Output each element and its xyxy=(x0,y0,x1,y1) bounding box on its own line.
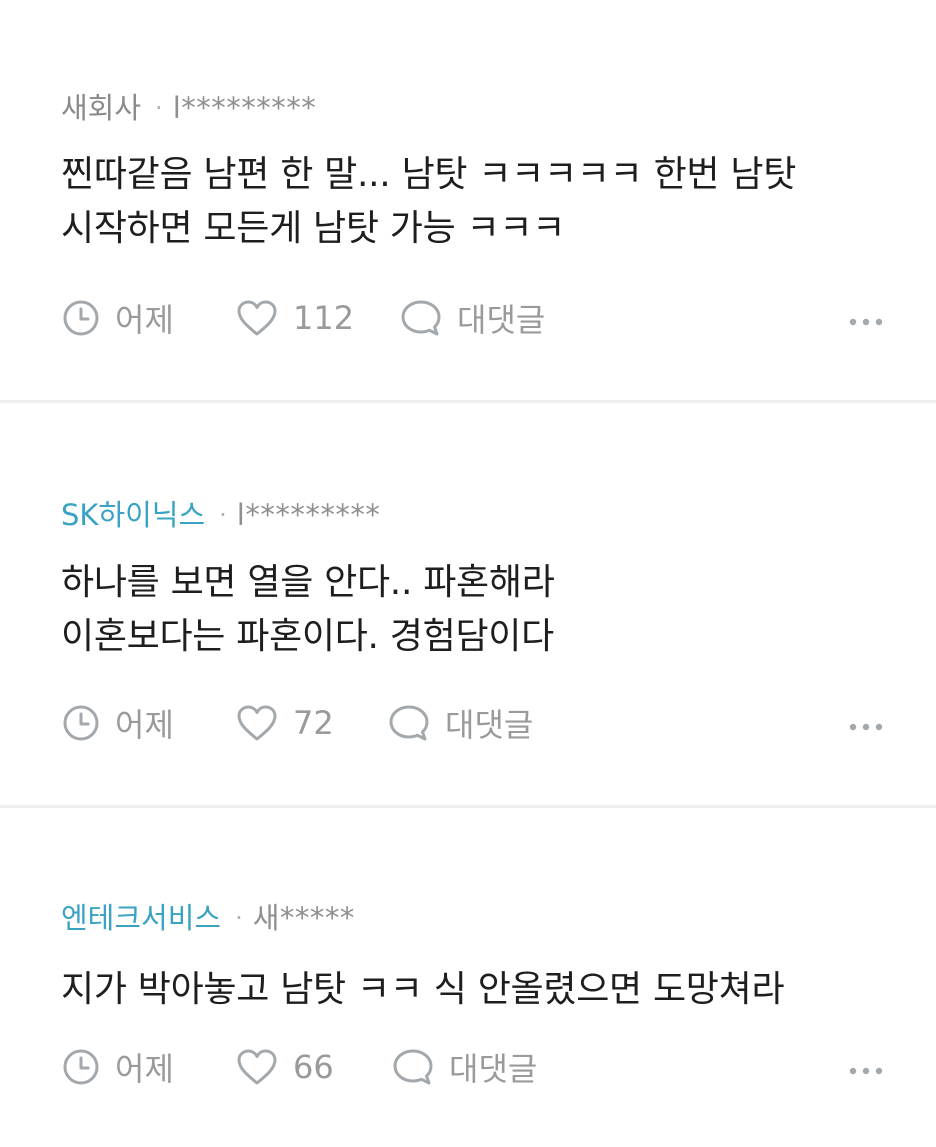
heart-icon xyxy=(237,1049,277,1085)
time-label: 어제 xyxy=(115,1050,174,1088)
like-button[interactable]: 72 xyxy=(235,703,334,743)
comment-body: 지가 박아놓고 남탓 ㅋㅋ 식 안올렸으면 도망쳐라 xyxy=(61,963,876,1017)
speech-bubble-icon xyxy=(389,705,429,741)
comment-body: 하나를 보면 열을 안다.. 파혼해라 이혼보다는 파혼이다. 경험담이다 xyxy=(61,556,876,664)
clock-icon xyxy=(63,300,99,336)
time-info: 어제 xyxy=(61,1047,174,1088)
reply-button[interactable]: 대댓글 xyxy=(399,298,546,339)
more-dots-icon xyxy=(849,318,883,326)
reply-label: 대댓글 xyxy=(445,706,534,744)
comment-meta: 엔테크서비스 · 새***** xyxy=(61,900,355,938)
author-name: l********* xyxy=(172,91,317,125)
comment-meta: SK하이닉스 · l********* xyxy=(61,497,380,535)
author-name: 새***** xyxy=(252,901,355,935)
more-dots-icon xyxy=(849,723,883,731)
meta-separator: · xyxy=(235,904,243,932)
more-options-button[interactable] xyxy=(848,310,884,330)
like-count: 72 xyxy=(293,704,334,742)
time-label: 어제 xyxy=(115,301,174,339)
company-name: 새회사 xyxy=(61,91,142,125)
comment-item: SK하이닉스 · l********* 하나를 보면 열을 안다.. 파혼해라 이혼… xyxy=(0,403,936,805)
more-options-button[interactable] xyxy=(848,715,884,735)
comment-item: 새회사 · l********* 찐따같음 남편 한 말... 남탓 ㅋㅋㅋㅋㅋ 한… xyxy=(0,0,936,400)
like-button[interactable]: 66 xyxy=(235,1047,334,1087)
speech-bubble-icon xyxy=(393,1049,433,1085)
more-dots-icon xyxy=(849,1067,883,1075)
comment-actions: 어제 72 대댓글 xyxy=(61,703,884,744)
time-label: 어제 xyxy=(115,706,174,744)
comment-line: 시작하면 모든게 남탓 가능 ㅋㅋㅋ xyxy=(61,208,566,249)
clock-icon xyxy=(63,705,99,741)
comment-actions: 어제 66 대댓글 xyxy=(61,1047,884,1088)
comment-line: 찐따같음 남편 한 말... 남탓 ㅋㅋㅋㅋㅋ 한번 남탓 xyxy=(61,154,797,195)
reply-label: 대댓글 xyxy=(449,1050,538,1088)
comment-line: 이혼보다는 파혼이다. 경험담이다 xyxy=(61,616,554,657)
comment-actions: 어제 112 대댓글 xyxy=(61,298,884,339)
clock-icon xyxy=(63,1049,99,1085)
like-button[interactable]: 112 xyxy=(235,298,354,338)
comment-line: 하나를 보면 열을 안다.. 파혼해라 xyxy=(61,562,555,603)
reply-button[interactable]: 대댓글 xyxy=(391,1047,538,1088)
heart-icon xyxy=(237,705,277,741)
time-info: 어제 xyxy=(61,298,174,339)
speech-bubble-icon xyxy=(401,300,441,336)
heart-icon xyxy=(237,300,277,336)
like-count: 112 xyxy=(293,299,355,337)
author-name: l********* xyxy=(236,498,381,532)
comment-line: 지가 박아놓고 남탓 ㅋㅋ 식 안올렸으면 도망쳐라 xyxy=(61,969,785,1010)
comment-body: 찐따같음 남편 한 말... 남탓 ㅋㅋㅋㅋㅋ 한번 남탓 시작하면 모든게 남… xyxy=(61,148,876,256)
reply-button[interactable]: 대댓글 xyxy=(387,703,534,744)
company-name-link[interactable]: SK하이닉스 xyxy=(61,498,205,532)
company-name-link[interactable]: 엔테크서비스 xyxy=(61,901,221,935)
comment-meta: 새회사 · l********* xyxy=(61,90,316,128)
comment-item: 엔테크서비스 · 새***** 지가 박아놓고 남탓 ㅋㅋ 식 안올렸으면 도망쳐라… xyxy=(0,808,936,1147)
meta-separator: · xyxy=(155,94,163,122)
reply-label: 대댓글 xyxy=(457,301,546,339)
time-info: 어제 xyxy=(61,703,174,744)
more-options-button[interactable] xyxy=(848,1059,884,1079)
like-count: 66 xyxy=(293,1048,334,1086)
meta-separator: · xyxy=(219,501,227,529)
